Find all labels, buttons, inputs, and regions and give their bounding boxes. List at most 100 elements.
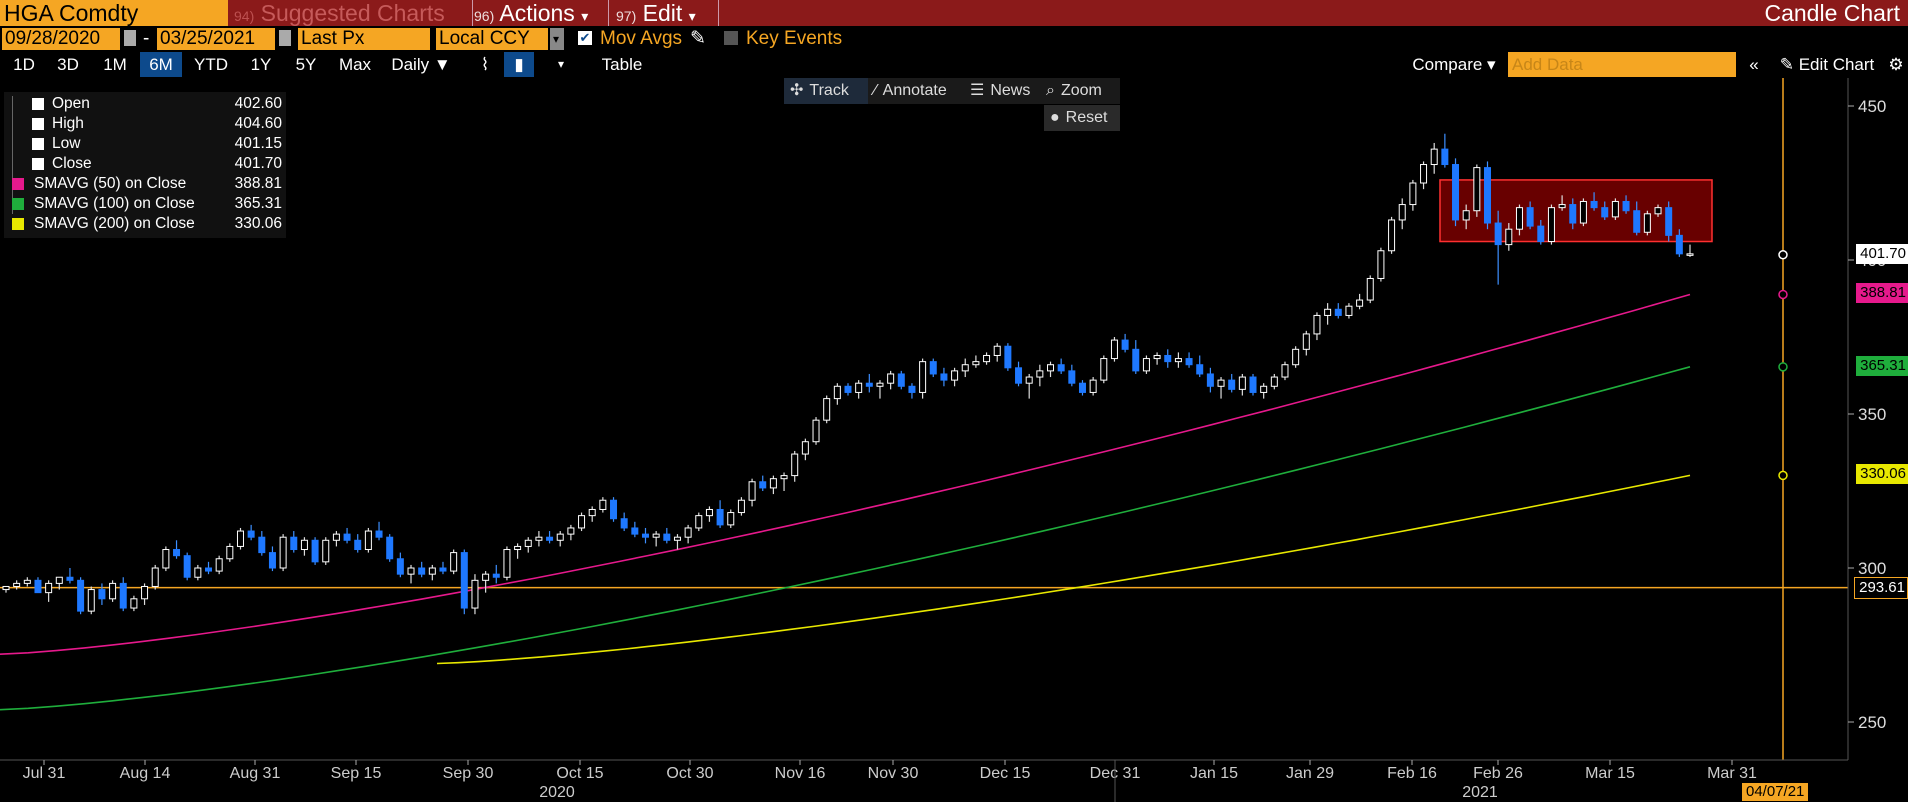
mov-avgs-checkbox[interactable]: ✔ bbox=[578, 31, 592, 45]
candle bbox=[865, 373, 873, 393]
candle bbox=[641, 527, 649, 544]
candle bbox=[300, 537, 308, 556]
period-1m-button[interactable]: 1M bbox=[94, 52, 136, 77]
start-date-field[interactable]: 09/28/2020 bbox=[2, 28, 120, 50]
legend-swatch bbox=[32, 138, 44, 150]
candle-body bbox=[247, 530, 255, 538]
edit-menu[interactable]: 97) Edit ▾ bbox=[616, 0, 719, 26]
track-tool[interactable]: ✣ Track bbox=[784, 78, 868, 104]
candle bbox=[1569, 198, 1577, 230]
candle-body bbox=[1388, 219, 1396, 252]
legend-row-smavg100: SMAVG (100) on Close 365.31 bbox=[12, 194, 282, 214]
period-3d-button[interactable]: 3D bbox=[48, 52, 88, 77]
currency-select[interactable]: Local CCY bbox=[436, 28, 548, 50]
candle bbox=[546, 531, 554, 544]
candle bbox=[897, 370, 905, 390]
add-data-field[interactable]: Add Data bbox=[1508, 52, 1736, 77]
candle bbox=[801, 438, 809, 461]
candle-body bbox=[1420, 164, 1428, 184]
candle bbox=[1473, 164, 1481, 217]
calendar-icon[interactable] bbox=[279, 30, 291, 46]
zoom-tool[interactable]: ⌕ Zoom bbox=[1040, 78, 1120, 104]
price-field-select[interactable]: Last Px bbox=[298, 28, 430, 50]
smavg100-value-label: 365.31 bbox=[1856, 356, 1908, 376]
candle-body bbox=[407, 567, 415, 575]
candle-body bbox=[1665, 207, 1673, 236]
reset-icon: ● bbox=[1050, 109, 1060, 126]
end-date-field[interactable]: 03/25/2021 bbox=[157, 28, 275, 50]
actions-menu[interactable]: 96) Actions ▾ bbox=[474, 0, 609, 26]
period-ytd-button[interactable]: YTD bbox=[188, 52, 234, 77]
x-tick-label: Dec 15 bbox=[980, 765, 1031, 782]
crosshair-dot bbox=[1778, 470, 1788, 481]
candle-body bbox=[1078, 382, 1086, 393]
candle bbox=[844, 383, 852, 396]
candle bbox=[876, 380, 884, 399]
candle-body bbox=[1047, 364, 1055, 372]
candle bbox=[322, 537, 330, 565]
candle bbox=[1100, 355, 1108, 384]
candle-body bbox=[684, 527, 692, 538]
reset-button[interactable]: ● Reset bbox=[1044, 105, 1120, 131]
candle bbox=[1164, 349, 1172, 368]
candle-body bbox=[300, 539, 308, 551]
candle bbox=[109, 580, 117, 602]
currency-dropdown-icon[interactable]: ▾ bbox=[550, 28, 564, 50]
crosshair-icon: ✣ bbox=[790, 82, 804, 99]
candle bbox=[1601, 201, 1609, 220]
mov-avgs-label[interactable]: Mov Avgs bbox=[600, 27, 682, 51]
calendar-icon[interactable] bbox=[124, 30, 136, 46]
line-chart-icon[interactable]: ⌇ bbox=[470, 52, 500, 77]
crosshair-dot bbox=[1778, 250, 1788, 260]
candle-body bbox=[1174, 358, 1182, 363]
candle bbox=[396, 552, 404, 578]
candle-body bbox=[77, 579, 85, 612]
legend-swatch bbox=[12, 198, 24, 210]
close-value-label: 401.70 bbox=[1856, 244, 1908, 264]
candle bbox=[812, 417, 820, 445]
key-events-label[interactable]: Key Events bbox=[746, 27, 842, 51]
settings-gear-icon[interactable]: ⚙ bbox=[1886, 52, 1906, 77]
candle bbox=[1622, 195, 1630, 214]
pencil-icon[interactable]: ✎ bbox=[690, 27, 706, 51]
candle bbox=[663, 527, 671, 544]
candle-body bbox=[87, 589, 95, 612]
legend-value: 401.70 bbox=[234, 155, 282, 172]
candle-body bbox=[1281, 364, 1289, 378]
ticker-field[interactable]: HGA Comdty bbox=[0, 0, 228, 26]
candle-body bbox=[1537, 225, 1545, 243]
edit-chart-button[interactable]: ✎ Edit Chart bbox=[1770, 52, 1884, 77]
candle bbox=[1217, 377, 1225, 399]
candle bbox=[524, 537, 532, 553]
frequency-select[interactable]: Daily ▼ bbox=[385, 52, 457, 77]
period-6m-button[interactable]: 6M bbox=[140, 52, 182, 77]
candle-body bbox=[1622, 200, 1630, 212]
table-button[interactable]: Table bbox=[582, 52, 662, 77]
legend-value: 402.60 bbox=[234, 95, 282, 112]
candle bbox=[428, 564, 436, 581]
candle-body bbox=[663, 533, 671, 541]
period-max-button[interactable]: Max bbox=[332, 52, 378, 77]
annotate-tool[interactable]: ⁄ Annotate bbox=[868, 78, 964, 104]
candle-body bbox=[173, 549, 181, 557]
candle-body bbox=[673, 536, 681, 541]
candle bbox=[450, 549, 458, 575]
period-5y-button[interactable]: 5Y bbox=[285, 52, 327, 77]
candle-body bbox=[1185, 358, 1193, 366]
period-1y-button[interactable]: 1Y bbox=[240, 52, 282, 77]
candle bbox=[1654, 204, 1662, 217]
collapse-icon[interactable]: « bbox=[1744, 52, 1764, 77]
candle-body bbox=[961, 364, 969, 372]
compare-button[interactable]: Compare ▾ bbox=[1404, 52, 1504, 77]
x-tick-label: Feb 16 bbox=[1387, 765, 1437, 782]
candle bbox=[1611, 198, 1619, 220]
period-1d-button[interactable]: 1D bbox=[4, 52, 44, 77]
news-tool[interactable]: ☰ News bbox=[964, 78, 1040, 104]
candle bbox=[1633, 201, 1641, 236]
menu-label: Edit bbox=[642, 0, 683, 26]
candle-body bbox=[1121, 339, 1129, 350]
candle-chart-icon[interactable]: ▮ bbox=[504, 52, 534, 77]
key-events-checkbox[interactable] bbox=[724, 31, 738, 45]
chart-type-dropdown-icon[interactable]: ▾ bbox=[550, 52, 572, 77]
suggested-charts-menu[interactable]: 94) Suggested Charts bbox=[234, 0, 473, 26]
